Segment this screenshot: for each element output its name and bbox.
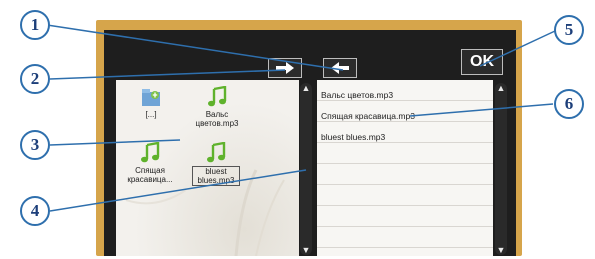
callout-6: 6 (554, 89, 584, 119)
callout-1: 1 (20, 10, 50, 40)
callout-3: 3 (20, 130, 50, 160)
callout-lines (46, 24, 556, 212)
callout-5: 5 (554, 15, 584, 45)
callout-2: 2 (20, 64, 50, 94)
callout-4: 4 (20, 196, 50, 226)
